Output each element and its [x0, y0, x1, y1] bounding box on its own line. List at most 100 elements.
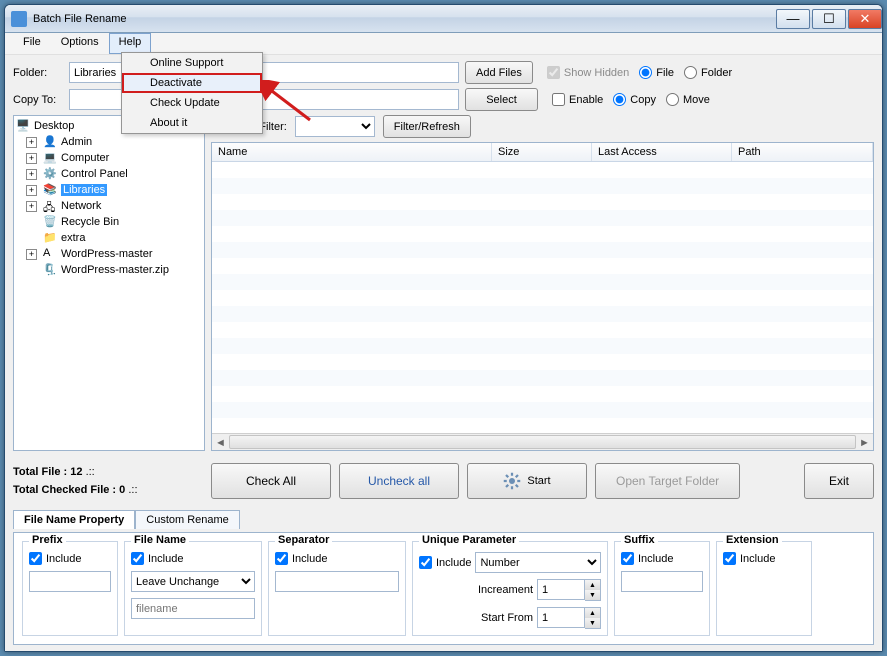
- prefix-input[interactable]: [29, 571, 111, 592]
- tree-item[interactable]: +🖧Network: [16, 198, 202, 214]
- expand-icon[interactable]: +: [26, 185, 37, 196]
- file-name-property-panel: Prefix Include File Name Include Leave U…: [13, 532, 874, 645]
- minimize-button[interactable]: —: [776, 9, 810, 29]
- expand-icon[interactable]: +: [26, 169, 37, 180]
- col-name[interactable]: Name: [212, 143, 492, 161]
- filter-refresh-button[interactable]: Filter/Refresh: [383, 115, 471, 138]
- folder-icon: 📁: [43, 231, 59, 245]
- window-title: Batch File Rename: [33, 13, 127, 25]
- maximize-icon: ☐: [823, 12, 835, 25]
- add-files-button[interactable]: Add Files: [465, 61, 533, 84]
- tree-item-label: Computer: [61, 152, 109, 164]
- spin-up-icon[interactable]: ▲: [585, 580, 600, 590]
- group-prefix: Prefix Include: [22, 541, 118, 636]
- show-hidden-checkbox[interactable]: Show Hidden: [547, 66, 629, 79]
- group-separator: Separator Include: [268, 541, 406, 636]
- start-spin[interactable]: ▲▼: [537, 607, 601, 629]
- spin-up-icon[interactable]: ▲: [585, 608, 600, 618]
- suffix-input[interactable]: [621, 571, 703, 592]
- tree-item[interactable]: +AWordPress-master: [16, 246, 202, 262]
- type-file-radio[interactable]: File: [639, 66, 674, 79]
- network-icon: 🖧: [43, 199, 59, 213]
- prefix-include[interactable]: Include: [29, 552, 111, 565]
- group-extension: Extension Include: [716, 541, 812, 636]
- recycle-icon: 🗑️: [43, 215, 59, 229]
- separator-include[interactable]: Include: [275, 552, 399, 565]
- menu-item-check-update[interactable]: Check Update: [122, 93, 262, 113]
- app-icon: [11, 11, 27, 27]
- spin-down-icon[interactable]: ▼: [585, 618, 600, 628]
- tree-item-label: Admin: [61, 136, 92, 148]
- exit-button[interactable]: Exit: [804, 463, 874, 499]
- tree-item[interactable]: 🗜️WordPress-master.zip: [16, 262, 202, 278]
- minimize-icon: —: [787, 12, 800, 25]
- group-suffix: Suffix Include: [614, 541, 710, 636]
- mode-copy-radio[interactable]: Copy: [613, 93, 656, 106]
- menu-options[interactable]: Options: [51, 33, 109, 54]
- zip-icon: 🗜️: [43, 263, 59, 277]
- folder-label: Folder:: [13, 67, 63, 79]
- grid-body[interactable]: [212, 162, 873, 433]
- expand-icon[interactable]: +: [26, 137, 37, 148]
- grid-hscroll[interactable]: ◄ ►: [212, 433, 873, 450]
- tree-item[interactable]: 🗑️Recycle Bin: [16, 214, 202, 230]
- gear-icon: [503, 472, 521, 490]
- menu-item-about[interactable]: About it: [122, 113, 262, 133]
- close-button[interactable]: ✕: [848, 9, 882, 29]
- unique-type-select[interactable]: Number: [475, 552, 601, 573]
- scroll-left-icon[interactable]: ◄: [212, 434, 229, 451]
- separator-input[interactable]: [275, 571, 399, 592]
- mode-move-radio[interactable]: Move: [666, 93, 710, 106]
- start-button[interactable]: Start: [467, 463, 587, 499]
- scroll-thumb[interactable]: [229, 435, 856, 449]
- total-checked: Total Checked File : 0 .::: [13, 484, 205, 496]
- tab-custom-rename[interactable]: Custom Rename: [135, 510, 240, 529]
- close-icon: ✕: [860, 12, 871, 25]
- open-target-button[interactable]: Open Target Folder: [595, 463, 740, 499]
- filter-row: Filename Filter: Filter/Refresh: [211, 115, 874, 138]
- tree-item[interactable]: +⚙️Control Panel: [16, 166, 202, 182]
- titlebar[interactable]: Batch File Rename — ☐ ✕: [5, 5, 882, 33]
- filter-select[interactable]: [295, 116, 375, 137]
- increment-spin[interactable]: ▲▼: [537, 579, 601, 601]
- tree-item[interactable]: 📁extra: [16, 230, 202, 246]
- expand-icon[interactable]: +: [26, 201, 37, 212]
- help-menu-dropdown: Online Support Deactivate Check Update A…: [121, 52, 263, 134]
- desktop-icon: 🖥️: [16, 119, 32, 133]
- uncheck-all-button[interactable]: Uncheck all: [339, 463, 459, 499]
- filename-include[interactable]: Include: [131, 552, 255, 565]
- spin-down-icon[interactable]: ▼: [585, 590, 600, 600]
- tree-item-label: extra: [61, 232, 85, 244]
- tree-item-label: Libraries: [61, 184, 107, 196]
- tree-item-label: WordPress-master: [61, 248, 152, 260]
- tree-item[interactable]: +💻Computer: [16, 150, 202, 166]
- start-from-label: Start From: [419, 612, 533, 624]
- col-last-access[interactable]: Last Access: [592, 143, 732, 161]
- type-folder-radio[interactable]: Folder: [684, 66, 732, 79]
- tab-file-name-property[interactable]: File Name Property: [13, 510, 135, 529]
- scroll-right-icon[interactable]: ►: [856, 434, 873, 451]
- tree-item[interactable]: +👤Admin: [16, 134, 202, 150]
- maximize-button[interactable]: ☐: [812, 9, 846, 29]
- menu-help[interactable]: Help: [109, 33, 152, 54]
- cpanel-icon: ⚙️: [43, 167, 59, 181]
- menu-item-deactivate[interactable]: Deactivate: [122, 73, 262, 93]
- tree-item[interactable]: +📚Libraries: [16, 182, 202, 198]
- file-grid[interactable]: Name Size Last Access Path ◄ ►: [211, 142, 874, 451]
- extension-include[interactable]: Include: [723, 552, 805, 565]
- filename-mode-select[interactable]: Leave Unchange: [131, 571, 255, 592]
- check-all-button[interactable]: Check All: [211, 463, 331, 499]
- grid-header: Name Size Last Access Path: [212, 143, 873, 162]
- expand-icon[interactable]: +: [26, 153, 37, 164]
- menu-file[interactable]: File: [13, 33, 51, 54]
- tree-item-label: WordPress-master.zip: [61, 264, 169, 276]
- unique-include[interactable]: Include: [419, 556, 471, 569]
- suffix-include[interactable]: Include: [621, 552, 703, 565]
- col-path[interactable]: Path: [732, 143, 873, 161]
- folder-tree[interactable]: 🖥️ Desktop +👤Admin+💻Computer+⚙️Control P…: [13, 115, 205, 451]
- menu-item-online-support[interactable]: Online Support: [122, 53, 262, 73]
- select-button[interactable]: Select: [465, 88, 538, 111]
- expand-icon[interactable]: +: [26, 249, 37, 260]
- col-size[interactable]: Size: [492, 143, 592, 161]
- enable-checkbox[interactable]: Enable: [552, 93, 603, 106]
